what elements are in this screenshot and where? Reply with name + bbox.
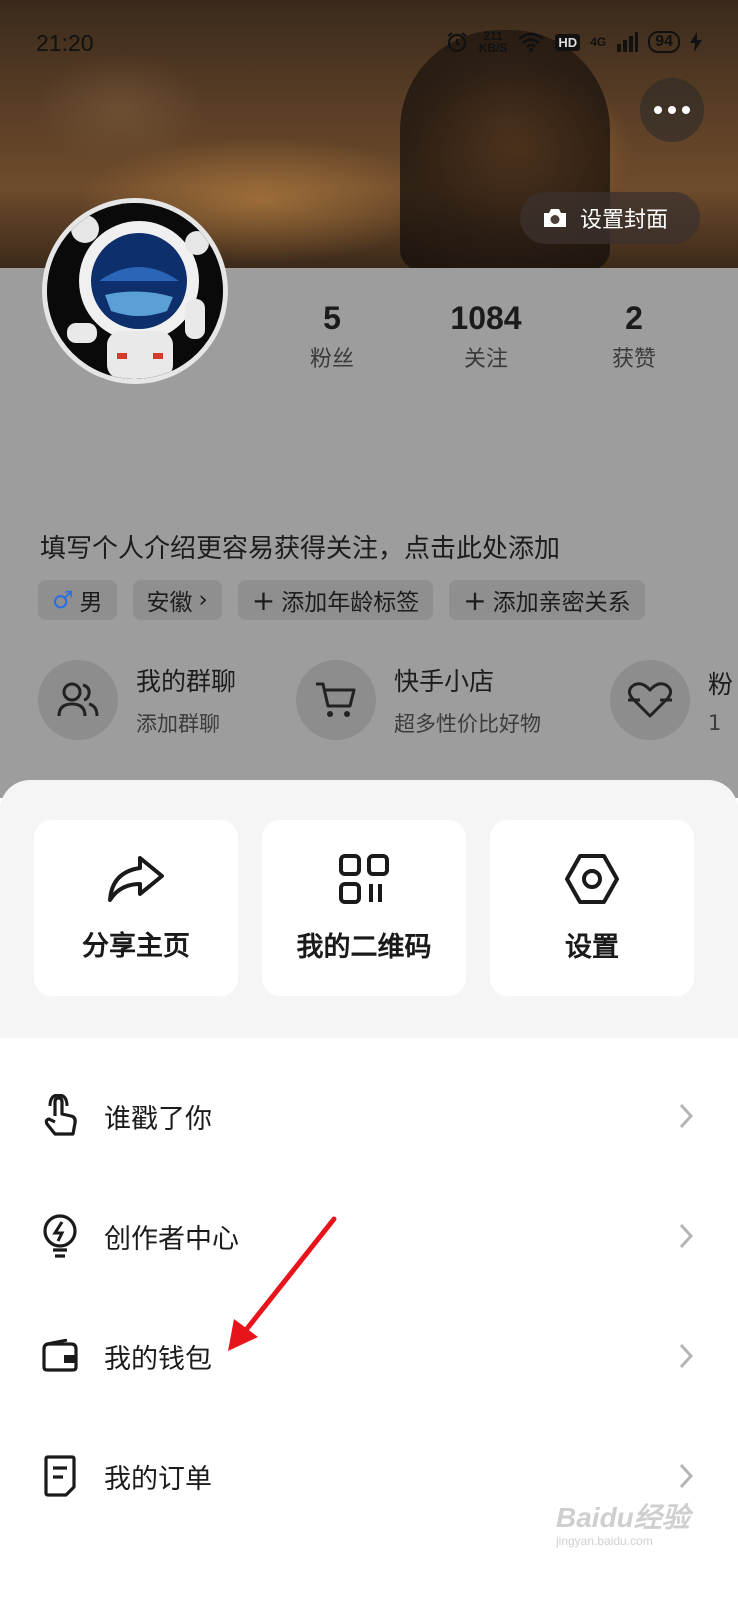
more-options-button[interactable] — [640, 78, 704, 142]
menu-item-who-poked[interactable]: 谁戳了你 — [0, 1056, 738, 1176]
settings-icon — [565, 853, 619, 904]
male-icon: ♂ — [52, 586, 74, 614]
stat-value: 5 — [323, 300, 341, 336]
tag-add-age[interactable]: + 添加年龄标签 — [237, 580, 434, 620]
qr-code-button[interactable]: 我的二维码 — [262, 820, 466, 996]
menu-item-creator-center[interactable]: 创作者中心 — [0, 1176, 738, 1296]
set-cover-label: 设置封面 — [580, 208, 669, 233]
chevron-right-icon — [679, 1343, 694, 1369]
tag-location[interactable]: 安徽 › — [132, 580, 222, 620]
shortcut-subtitle: 添加群聊 — [136, 712, 220, 736]
quick-action-label: 分享主页 — [82, 930, 190, 962]
shortcut-title: 我的群聊 — [136, 667, 237, 696]
order-icon — [40, 1454, 80, 1498]
stat-followers[interactable]: 5 粉丝 — [272, 300, 392, 373]
creator-bulb-icon — [40, 1214, 80, 1258]
quick-actions: 分享主页 我的二维码 设置 — [34, 820, 694, 996]
quick-action-label: 设置 — [565, 931, 619, 963]
menu-item-label: 我的订单 — [104, 1463, 212, 1495]
qrcode-icon — [339, 853, 389, 904]
camera-icon — [544, 209, 566, 227]
menu-item-label: 谁戳了你 — [104, 1103, 212, 1135]
shortcut-subtitle: 1 — [708, 711, 722, 735]
shortcut-shop[interactable]: 快手小店 超多性价比好物 — [296, 660, 541, 740]
shortcut-fans[interactable]: 粉 1 — [610, 660, 733, 740]
more-dot-icon — [668, 106, 676, 114]
chevron-right-icon — [679, 1463, 694, 1489]
menu-item-wallet[interactable]: 我的钱包 — [0, 1296, 738, 1416]
menu-item-label: 我的钱包 — [104, 1343, 212, 1375]
tap-hand-icon — [40, 1094, 80, 1138]
alarm-icon — [447, 32, 467, 53]
astronaut-icon — [47, 203, 223, 379]
settings-button[interactable]: 设置 — [490, 820, 694, 996]
stat-label: 关注 — [463, 347, 508, 372]
status-icons: 211 KB/S HD 4G 94 — [445, 30, 702, 54]
chevron-right-icon — [679, 1223, 694, 1249]
profile-tags: ♂ 男 安徽 › + 添加年龄标签 + 添加亲密关系 — [38, 580, 645, 620]
hd-badge: HD — [555, 33, 581, 51]
charging-icon — [690, 32, 702, 52]
chevron-right-icon: › — [198, 587, 208, 613]
heart-hands-icon — [610, 660, 690, 740]
baidu-watermark-url: jingyan.baidu.com — [556, 1534, 653, 1548]
status-bar: 21:20 211 KB/S HD 4G 94 — [0, 0, 738, 90]
status-time: 21:20 — [36, 30, 94, 56]
group-users-icon — [38, 660, 118, 740]
stat-label: 获赞 — [611, 347, 656, 372]
stat-following[interactable]: 1084 关注 — [426, 300, 546, 373]
stat-value: 2 — [625, 300, 643, 336]
plus-icon: + — [463, 583, 487, 617]
tag-location-label: 安徽 — [146, 590, 193, 616]
signal-bars-icon — [617, 32, 639, 52]
chevron-right-icon — [679, 1103, 694, 1129]
tag-add-relation[interactable]: + 添加亲密关系 — [449, 580, 645, 620]
avatar[interactable] — [42, 198, 228, 384]
shortcut-title: 快手小店 — [394, 667, 495, 696]
astronaut-avatar-image — [47, 203, 223, 379]
tag-gender[interactable]: ♂ 男 — [38, 580, 117, 620]
tag-gender-label: 男 — [79, 590, 103, 616]
set-cover-button[interactable]: 设置封面 — [520, 192, 700, 244]
stat-likes[interactable]: 2 获赞 — [574, 300, 694, 373]
profile-menu-sheet: 分享主页 我的二维码 设置 谁戳了你 创作者中心 我的钱包 我的订单 — [0, 780, 738, 1600]
net-speed: 211 KB/S — [478, 29, 508, 55]
tag-add-relation-label: 添加亲密关系 — [492, 590, 631, 616]
profile-shortcuts: 我的群聊 添加群聊 快手小店 超多性价比好物 粉 1 — [38, 660, 738, 750]
more-dot-icon — [654, 106, 662, 114]
cart-icon — [296, 660, 376, 740]
battery-indicator: 94 — [648, 31, 680, 53]
baidu-watermark-logo: Baidu经验 — [556, 1502, 690, 1533]
wifi-icon — [518, 32, 545, 52]
shortcut-group-chat[interactable]: 我的群聊 添加群聊 — [38, 660, 236, 740]
shortcut-subtitle: 超多性价比好物 — [394, 712, 541, 736]
tag-add-age-label: 添加年龄标签 — [281, 590, 420, 616]
shortcut-title: 粉 — [708, 670, 734, 699]
bio-prompt[interactable]: 填写个人介绍更容易获得关注，点击此处添加 — [40, 528, 560, 565]
wallet-icon — [40, 1334, 80, 1378]
quick-action-label: 我的二维码 — [296, 931, 432, 963]
share-profile-button[interactable]: 分享主页 — [34, 820, 238, 996]
stat-label: 粉丝 — [309, 347, 354, 372]
share-icon — [108, 855, 164, 902]
menu-item-label: 创作者中心 — [104, 1223, 239, 1255]
signal-label: 4G — [590, 35, 607, 49]
more-dot-icon — [682, 106, 690, 114]
stat-value: 1084 — [450, 300, 522, 336]
plus-icon: + — [251, 583, 276, 617]
